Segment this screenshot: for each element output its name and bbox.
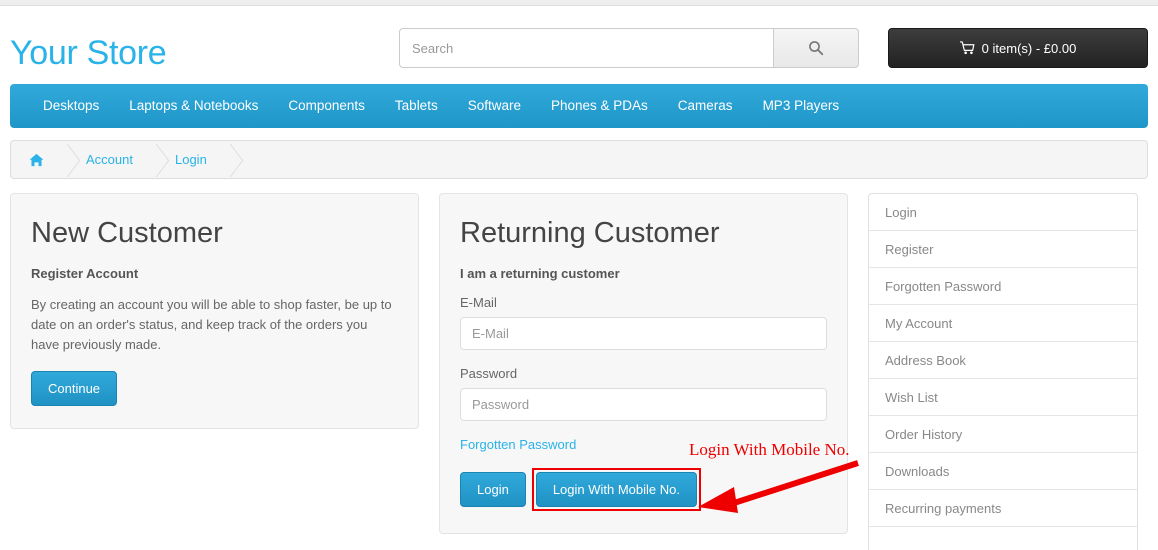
main-nav: Desktops Laptops & Notebooks Components … [10, 84, 1148, 128]
password-label: Password [460, 366, 518, 381]
main-content: New Customer Register Account By creatin… [0, 179, 1158, 550]
email-label: E-Mail [460, 295, 497, 310]
email-field[interactable] [460, 317, 827, 350]
main-nav-wrapper: Desktops Laptops & Notebooks Components … [0, 84, 1158, 128]
sidebar-item-forgotten-password[interactable]: Forgotten Password [869, 268, 1137, 305]
nav-item-desktops[interactable]: Desktops [28, 84, 114, 128]
returning-customer-title: Returning Customer [460, 217, 720, 249]
nav-item-mp3-players[interactable]: MP3 Players [748, 84, 855, 128]
register-account-label: Register Account [31, 266, 139, 281]
sidebar-item-wish-list[interactable]: Wish List [869, 379, 1137, 416]
breadcrumb-home[interactable] [11, 141, 68, 178]
new-customer-description: By creating an account you will be able … [31, 297, 392, 352]
nav-item-cameras[interactable]: Cameras [663, 84, 748, 128]
site-header: Your Store 0 item(s) - £0 [0, 6, 1158, 84]
new-customer-panel: New Customer Register Account By creatin… [10, 193, 419, 429]
login-button-row: Login Login With Mobile No. [460, 468, 827, 511]
sidebar-item-my-account[interactable]: My Account [869, 305, 1137, 342]
sidebar-item-register[interactable]: Register [869, 231, 1137, 268]
home-icon [29, 153, 44, 167]
search-button[interactable] [773, 28, 859, 68]
breadcrumb-account[interactable]: Account [68, 141, 157, 178]
login-with-mobile-highlight: Login With Mobile No. [531, 468, 701, 511]
nav-item-phones-pdas[interactable]: Phones & PDAs [536, 84, 663, 128]
sidebar-item-address-book[interactable]: Address Book [869, 342, 1137, 379]
cart-total-label: 0 item(s) - £0.00 [981, 40, 1077, 56]
search-icon [808, 40, 824, 56]
new-customer-title: New Customer [31, 217, 223, 249]
returning-customer-panel: Returning Customer I am a returning cust… [439, 193, 848, 534]
sidebar-item-partial[interactable] [869, 527, 1137, 550]
nav-item-software[interactable]: Software [453, 84, 536, 128]
sidebar-item-order-history[interactable]: Order History [869, 416, 1137, 453]
login-button[interactable]: Login [460, 472, 526, 507]
new-customer-column: New Customer Register Account By creatin… [10, 193, 419, 429]
search-input[interactable] [399, 28, 773, 68]
store-logo[interactable]: Your Store [10, 36, 167, 70]
breadcrumb: Account Login [10, 140, 1148, 179]
login-with-mobile-button[interactable]: Login With Mobile No. [535, 472, 697, 507]
sidebar-item-downloads[interactable]: Downloads [869, 453, 1137, 490]
continue-button[interactable]: Continue [31, 371, 118, 406]
breadcrumb-wrapper: Account Login [0, 128, 1158, 179]
forgotten-password-link[interactable]: Forgotten Password [460, 437, 576, 452]
search-group [399, 28, 859, 68]
nav-item-laptops-notebooks[interactable]: Laptops & Notebooks [114, 84, 273, 128]
account-sidebar-list: Login Register Forgotten Password My Acc… [868, 193, 1138, 550]
shopping-cart-icon [959, 41, 975, 55]
nav-item-components[interactable]: Components [273, 84, 380, 128]
page-root: Your Store 0 item(s) - £0 [0, 0, 1158, 550]
sidebar-item-recurring-payments[interactable]: Recurring payments [869, 490, 1137, 527]
nav-item-tablets[interactable]: Tablets [380, 84, 453, 128]
sidebar-item-login[interactable]: Login [869, 194, 1137, 231]
returning-customer-column: Returning Customer I am a returning cust… [439, 193, 848, 534]
password-field[interactable] [460, 388, 827, 421]
returning-customer-subtitle: I am a returning customer [460, 266, 620, 281]
cart-button[interactable]: 0 item(s) - £0.00 [888, 28, 1148, 68]
account-sidebar-column: Login Register Forgotten Password My Acc… [868, 193, 1138, 550]
